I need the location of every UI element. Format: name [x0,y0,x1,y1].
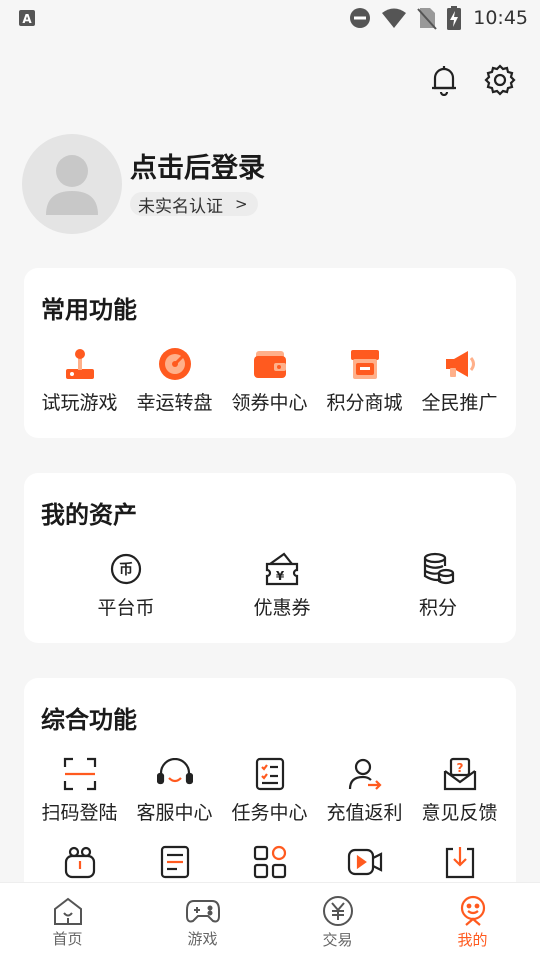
card-title-common: 常用功能 [41,296,137,324]
joystick-icon [65,349,94,379]
svg-text:币: 币 [119,562,133,578]
platform-coin-item[interactable]: 币 平台币 [48,549,204,620]
tab-games[interactable]: 游戏 [135,883,270,960]
settings-button[interactable] [482,62,518,98]
recharge-rebate-item[interactable]: 充值返利 [317,754,412,825]
points-item[interactable]: 积分 [360,549,516,620]
trial-game-item[interactable]: 试玩游戏 [32,344,127,415]
avatar[interactable] [22,134,122,234]
notification-button[interactable] [426,62,462,98]
gear-icon [484,64,516,96]
wallet-coupon-icon [253,351,286,378]
tab-home[interactable]: 首页 [0,883,135,960]
points-stack-icon [423,552,455,585]
profile-header[interactable]: 点击后登录 未实名认证 > [22,134,265,234]
verify-label: 未实名认证 [138,196,223,217]
shop-icon [350,350,379,379]
task-center-item[interactable]: 任务中心 [222,754,317,825]
top-actions [426,62,518,98]
lucky-wheel-item[interactable]: 幸运转盘 [127,344,222,415]
wifi-icon [382,8,407,28]
apps-grid-item[interactable] [222,842,317,882]
general-functions-card: 综合功能 扫码登陆 客服中心 任务中心 充值返利 ? 意见反馈 [24,678,516,908]
my-assets-card: 我的资产 币 平台币 ¥ 优惠券 积分 [24,473,516,643]
customer-service-item[interactable]: 客服中心 [127,754,222,825]
svg-text:?: ? [456,761,463,775]
points-mall-item[interactable]: 积分商城 [317,344,412,415]
tab-mine[interactable]: 我的 [405,883,540,960]
my-smile-icon [460,895,485,926]
gift-item[interactable] [32,842,127,882]
status-bar: A 10:45 [0,0,540,36]
tab-trade[interactable]: 交易 [270,883,405,960]
default-user-icon [46,155,98,215]
megaphone-icon [445,351,475,377]
verify-arrow: > [235,195,248,213]
bell-icon [432,66,456,96]
status-time: 10:45 [473,7,528,29]
document-item[interactable] [127,842,222,882]
do-not-disturb-icon [350,8,371,28]
download-icon [445,847,474,879]
gamepad-icon [185,900,220,923]
video-icon [347,848,382,876]
platform-coin-icon: 币 [110,553,142,585]
scan-icon [63,757,96,791]
scan-login-item[interactable]: 扫码登陆 [32,754,127,825]
battery-charging-icon [447,6,462,30]
card-title-assets: 我的资产 [41,501,137,529]
recharge-rebate-icon [348,758,382,790]
card-title-general: 综合功能 [41,706,137,734]
login-prompt[interactable]: 点击后登录 [130,152,265,186]
accessibility-app-icon: A [19,10,35,26]
coupon-item[interactable]: ¥ 优惠券 [204,549,360,620]
task-list-icon [255,757,284,791]
gift-icon [64,846,95,879]
svg-text:A: A [22,12,32,26]
headset-icon [156,758,193,785]
no-sim-icon [417,8,437,30]
home-icon [53,897,82,925]
coupon-center-item[interactable]: 领券中心 [222,344,317,415]
feedback-icon: ? [443,757,476,791]
promotion-item[interactable]: 全民推广 [412,344,507,415]
download-item[interactable] [412,842,507,882]
document-icon [160,845,189,879]
video-item[interactable] [317,842,412,882]
common-functions-card: 常用功能 试玩游戏 幸运转盘 领券中心 积分商城 全民推广 [24,268,516,438]
yuan-icon [322,896,353,926]
svg-text:¥: ¥ [276,569,285,583]
feedback-item[interactable]: ? 意见反馈 [412,754,507,825]
coupon-icon: ¥ [265,552,299,586]
bottom-tab-bar: 首页 游戏 交易 我的 [0,882,540,960]
lucky-wheel-icon [158,348,191,380]
apps-grid-icon [253,845,286,879]
real-name-verify-chip[interactable]: 未实名认证 > [130,192,258,217]
